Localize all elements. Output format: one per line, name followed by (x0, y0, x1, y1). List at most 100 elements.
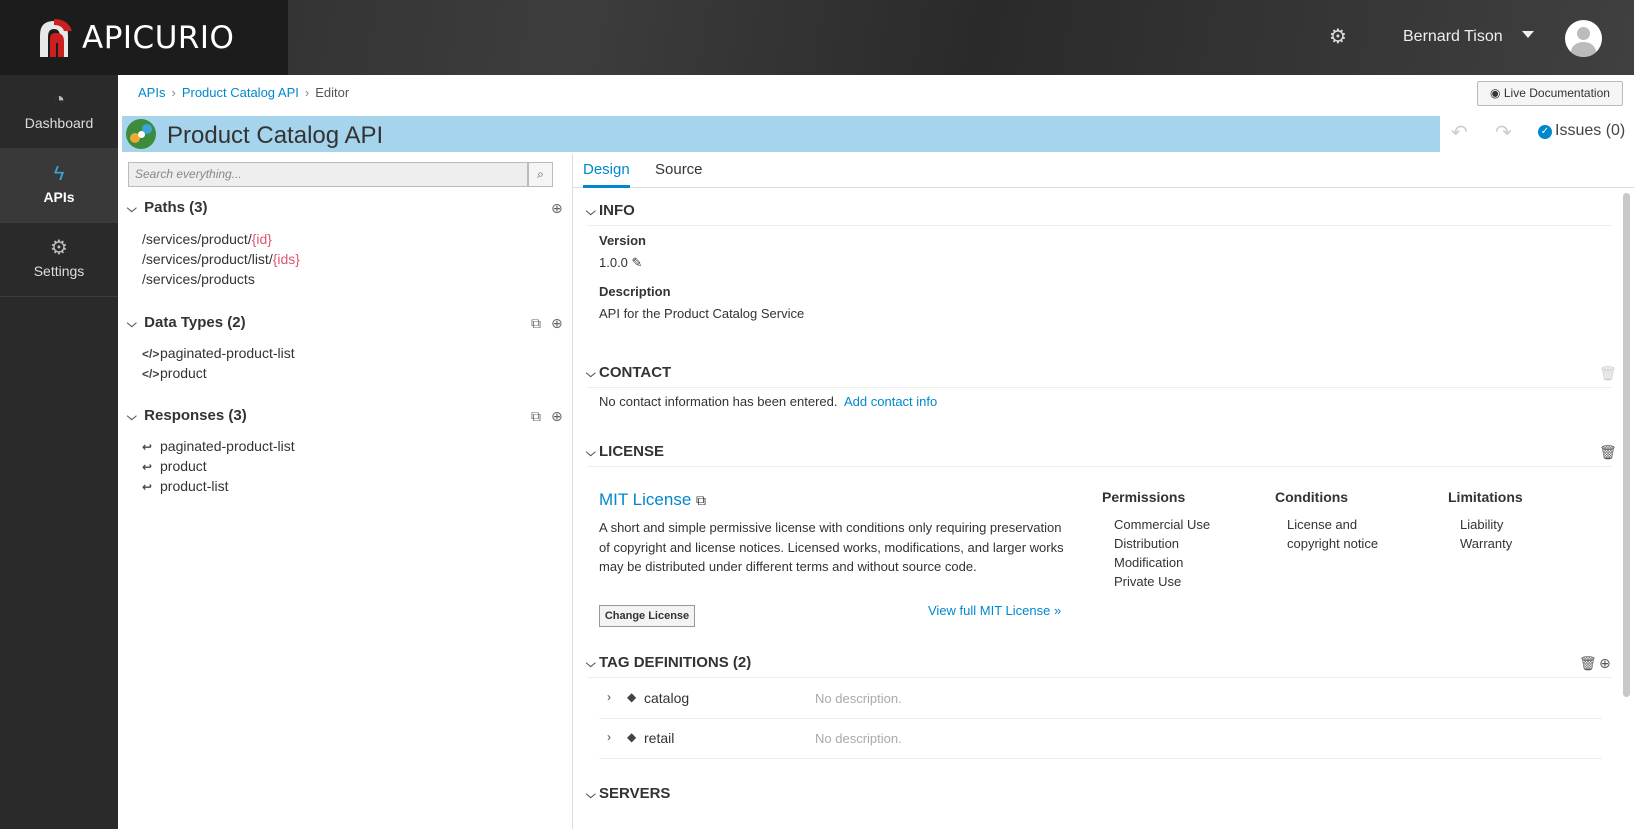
nav-item-dashboard[interactable]: ◔ Dashboard (0, 75, 118, 149)
contact-empty-text: No contact information has been entered. (599, 394, 838, 409)
breadcrumb-api-link[interactable]: Product Catalog API (182, 85, 299, 100)
nav-label: Dashboard (24, 115, 94, 131)
version-label: Version (599, 233, 646, 248)
divider (587, 225, 1612, 226)
nav-item-apis[interactable]: ϟ APIs (0, 149, 118, 223)
version-value[interactable]: 1.0.0 ✎ (599, 255, 642, 271)
add-path-icon[interactable]: ⊕ (551, 200, 563, 217)
search-button[interactable]: ⌕ (528, 162, 553, 187)
bolt-icon: ϟ (53, 163, 65, 185)
live-documentation-button[interactable]: ◉ Live Documentation (1477, 81, 1623, 106)
chevron-down-icon: ⌵ (585, 368, 596, 380)
search-placeholder: Search everything... (135, 167, 242, 181)
condition-item: copyright notice (1287, 536, 1379, 551)
check-circle-icon: ✓ (1538, 125, 1552, 139)
datatype-item[interactable]: </>product (142, 365, 207, 381)
user-avatar-icon[interactable] (1565, 20, 1602, 57)
chevron-down-icon: ⌵ (585, 658, 596, 670)
info-section-header[interactable]: ⌵ INFO (585, 202, 635, 219)
eye-icon: ◉ (1490, 86, 1501, 100)
breadcrumb-separator: › (304, 85, 310, 100)
code-icon: </> (142, 367, 160, 381)
path-param: {id} (251, 231, 272, 247)
version-text: 1.0.0 (599, 255, 628, 270)
top-header: APICURIO ⚙ Bernard Tison (0, 0, 1634, 75)
content-scrollbar[interactable] (1623, 193, 1630, 697)
change-license-button[interactable]: Change License (599, 605, 695, 627)
tag-name: retail (644, 730, 675, 746)
condition-item: License and (1287, 517, 1358, 532)
import-datatype-icon[interactable]: ⧉ (531, 315, 541, 332)
datatype-item[interactable]: </>paginated-product-list (142, 345, 295, 361)
user-menu-name[interactable]: Bernard Tison (1403, 28, 1503, 46)
response-item[interactable]: ↩ paginated-product-list (142, 438, 295, 454)
import-response-icon[interactable]: ⧉ (531, 408, 541, 425)
reply-icon: ↩ (142, 480, 153, 494)
contact-section-header[interactable]: ⌵ CONTACT (585, 364, 671, 381)
code-icon: </> (142, 347, 160, 361)
tag-icon: ◆ (627, 730, 637, 744)
api-logo-icon (126, 119, 156, 149)
add-datatype-icon[interactable]: ⊕ (551, 315, 563, 332)
responses-section-header[interactable]: ⌵ Responses (3) (127, 407, 247, 424)
paths-section-header[interactable]: ⌵ Paths (3) (126, 199, 208, 216)
chevron-down-icon: ⌵ (126, 203, 137, 215)
tab-source[interactable]: Source (655, 154, 703, 188)
path-item[interactable]: /services/products (142, 271, 255, 287)
add-tag-icon[interactable]: ⊕ (1599, 655, 1611, 672)
tab-design[interactable]: Design (583, 154, 630, 188)
user-menu-caret-icon[interactable] (1522, 31, 1534, 38)
add-contact-link[interactable]: Add contact info (844, 394, 937, 409)
servers-section-header[interactable]: ⌵ SERVERS (586, 785, 671, 802)
chevron-down-icon: ⌵ (585, 206, 596, 218)
pencil-icon[interactable]: ✎ (632, 255, 643, 270)
path-base: /services/product/ (142, 231, 252, 247)
description-label: Description (599, 284, 671, 299)
tag-row[interactable]: › ◆ catalog No description. (599, 679, 1602, 719)
delete-all-tags-icon[interactable]: 🗑 (1579, 655, 1597, 672)
redo-icon[interactable]: ↷ (1495, 120, 1512, 145)
brand-area[interactable]: APICURIO (0, 0, 288, 75)
response-label: product (160, 458, 207, 474)
delete-contact-icon[interactable]: 🗑 (1599, 365, 1617, 382)
tag-icon: ◆ (627, 690, 637, 704)
path-item[interactable]: /services/product/list/{ids} (142, 251, 300, 267)
tag-row[interactable]: › ◆ retail No description. (599, 719, 1602, 759)
undo-icon[interactable]: ↶ (1451, 120, 1468, 145)
breadcrumb-current: Editor (315, 85, 350, 100)
path-base: /services/products (142, 271, 255, 287)
dashboard-icon: ◔ (52, 89, 66, 111)
settings-gear-icon[interactable]: ⚙ (1327, 26, 1349, 48)
path-param: {ids} (272, 251, 300, 267)
divider (587, 677, 1612, 678)
add-response-icon[interactable]: ⊕ (551, 408, 563, 425)
datatypes-section-header[interactable]: ⌵ Data Types (2) (127, 314, 246, 331)
nav-item-settings[interactable]: ⚙ Settings (0, 223, 118, 297)
license-name-link[interactable]: MIT License ⧉ (599, 490, 706, 510)
tag-description: No description. (815, 691, 902, 706)
response-item[interactable]: ↩ product (142, 458, 207, 474)
license-title: LICENSE (599, 443, 665, 460)
divider (587, 387, 1612, 388)
outline-panel: Search everything... ⌕ ⌵ Paths (3) ⊕ /se… (118, 154, 573, 829)
issues-button[interactable]: ✓ Issues (0) (1538, 122, 1625, 140)
api-title[interactable]: Product Catalog API (167, 122, 383, 150)
live-documentation-label: Live Documentation (1503, 86, 1610, 100)
response-item[interactable]: ↩ product-list (142, 478, 228, 494)
datatype-label: paginated-product-list (160, 345, 295, 361)
tags-section-header[interactable]: ⌵ TAG DEFINITIONS (2) (585, 654, 751, 671)
path-item[interactable]: /services/product/{id} (142, 231, 272, 247)
chevron-right-icon[interactable]: › (607, 690, 611, 704)
delete-license-icon[interactable]: 🗑 (1599, 444, 1617, 461)
search-input[interactable]: Search everything... (128, 162, 528, 187)
breadcrumb: APIs › Product Catalog API › Editor (138, 85, 349, 100)
license-section-header[interactable]: ⌵ LICENSE (586, 443, 665, 460)
breadcrumb-apis-link[interactable]: APIs (138, 85, 165, 100)
chevron-right-icon[interactable]: › (607, 730, 611, 744)
view-full-license-link[interactable]: View full MIT License » (928, 603, 1061, 618)
limitation-item: Liability (1460, 517, 1504, 532)
datatypes-header-label: Data Types (2) (144, 314, 246, 331)
description-value[interactable]: API for the Product Catalog Service (599, 306, 804, 321)
nav-label: APIs (43, 189, 75, 205)
permission-item: Distribution (1114, 536, 1180, 551)
